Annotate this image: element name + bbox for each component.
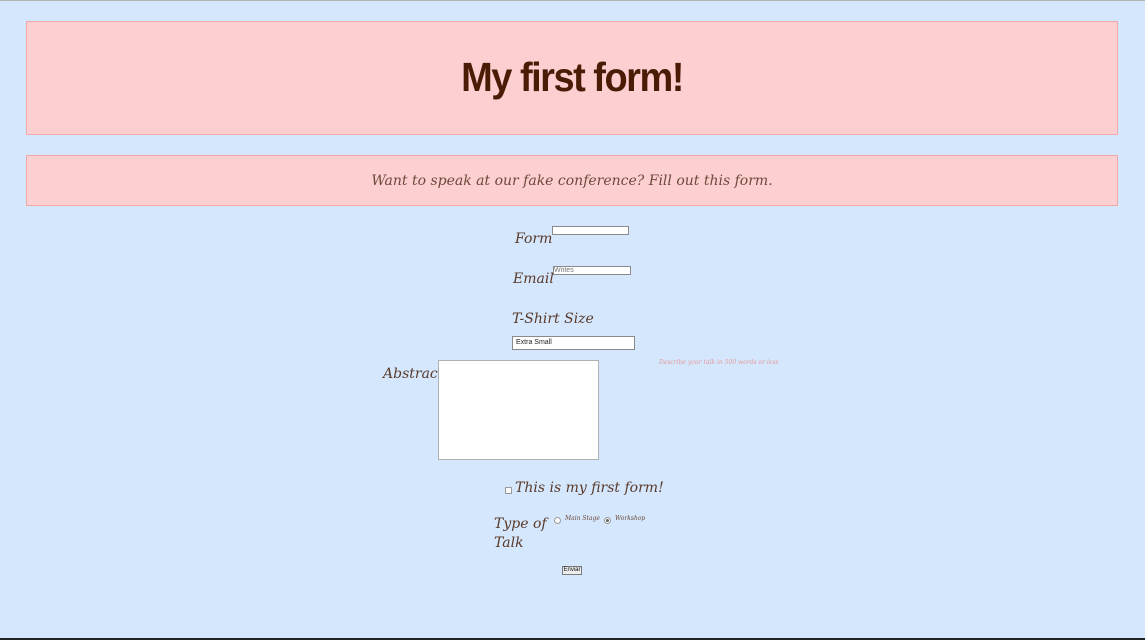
radio-main-stage-label: Main Stage: [565, 515, 600, 522]
abstract-hint: Describe your talk in 500 words or less: [659, 359, 779, 366]
name-input[interactable]: [552, 226, 629, 235]
email-label: Email: [513, 271, 554, 287]
submit-button[interactable]: Enviar: [562, 566, 582, 575]
tshirt-label: T-Shirt Size: [512, 311, 594, 327]
radio-workshop[interactable]: [604, 517, 611, 524]
name-label: Form: [515, 231, 553, 247]
intro-panel: Want to speak at our fake conference? Fi…: [26, 155, 1118, 206]
radio-workshop-label: Workshop: [615, 515, 646, 522]
top-border: [0, 0, 1145, 1]
tshirt-size-select[interactable]: Extra Small: [512, 336, 635, 350]
abstract-textarea[interactable]: [438, 360, 599, 460]
abstract-label: Abstract: [383, 366, 444, 382]
email-input[interactable]: [553, 266, 631, 275]
page-title: My first form!: [461, 54, 684, 101]
talk-type-label-line2: Talk: [494, 535, 524, 551]
radio-main-stage[interactable]: [554, 517, 561, 524]
first-form-checkbox[interactable]: [505, 487, 512, 494]
talk-type-label-line1: Type of: [494, 516, 547, 532]
first-form-checkbox-label: This is my first form!: [515, 480, 664, 496]
header-panel: My first form!: [26, 21, 1118, 135]
intro-text: Want to speak at our fake conference? Fi…: [371, 172, 773, 189]
